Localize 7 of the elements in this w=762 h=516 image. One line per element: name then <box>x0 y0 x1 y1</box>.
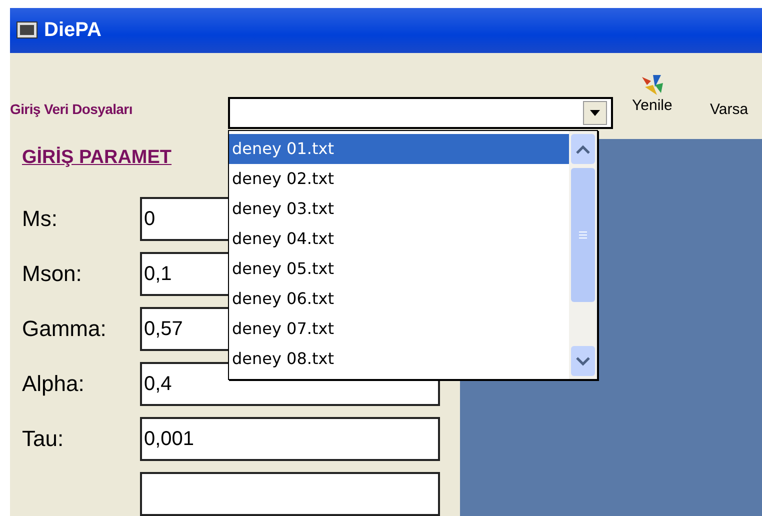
window-title: DiePA <box>44 18 102 42</box>
field-label: Gamma: <box>22 316 108 342</box>
field-label: Ms: <box>22 206 58 232</box>
field-label: Alpha: <box>22 371 86 397</box>
combo-label: Giriş Veri Dosyaları <box>10 100 132 117</box>
field-label: Mson: <box>22 261 83 287</box>
field-label: Tau: <box>22 426 65 452</box>
